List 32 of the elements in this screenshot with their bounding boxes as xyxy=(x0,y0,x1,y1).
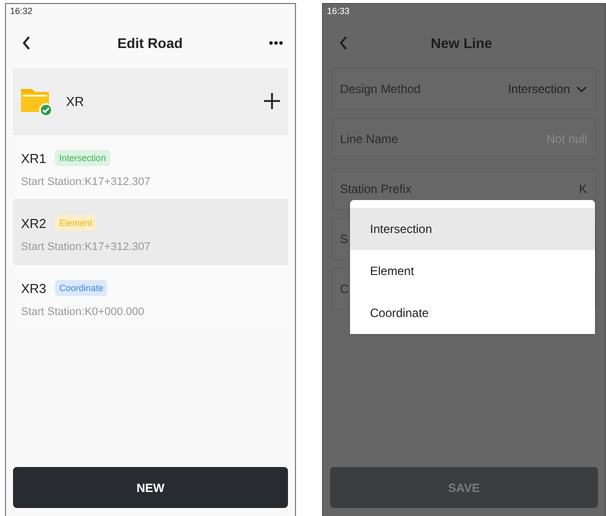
more-icon[interactable] xyxy=(269,41,283,45)
add-icon[interactable] xyxy=(264,93,280,109)
field-value: K xyxy=(578,182,587,196)
page-title: Edit Road xyxy=(117,35,183,51)
field-label: S xyxy=(340,232,350,246)
folder-header[interactable]: XR xyxy=(13,68,288,134)
method-tag: Coordinate xyxy=(55,280,108,296)
field-label: Line Name xyxy=(340,132,400,146)
menu-option[interactable]: Intersection xyxy=(350,208,595,250)
status-time: 16:32 xyxy=(9,5,34,18)
start-station: Start Station:K17+312.307 xyxy=(21,176,152,188)
line-name: XR1 xyxy=(21,150,46,166)
folder-name: XR xyxy=(66,94,86,108)
field-label: Design Method xyxy=(340,82,422,96)
field-label: C xyxy=(340,282,350,296)
start-station: Start Station:K0+000.000 xyxy=(21,306,146,318)
folder-check-icon xyxy=(20,86,54,116)
chevron-down-icon xyxy=(576,86,587,92)
start-station: Start Station:K17+312.307 xyxy=(21,241,152,253)
menu-option[interactable]: Coordinate xyxy=(350,292,595,334)
method-tag: Intersection xyxy=(55,150,110,166)
method-tag: Element xyxy=(55,215,96,231)
line-name: XR2 xyxy=(21,216,46,230)
page-title: New Line xyxy=(430,35,492,51)
menu-option[interactable]: Element xyxy=(350,250,595,292)
back-icon[interactable] xyxy=(22,36,31,50)
line-name: XR3 xyxy=(21,280,46,296)
field-value: Intersection xyxy=(508,82,570,96)
line-item[interactable]: XR2 Element Start Station:K17+312.307 xyxy=(13,199,288,264)
field-label: Station Prefix xyxy=(340,182,412,196)
status-time: 16:33 xyxy=(326,5,351,18)
new-button[interactable]: NEW xyxy=(13,467,288,508)
